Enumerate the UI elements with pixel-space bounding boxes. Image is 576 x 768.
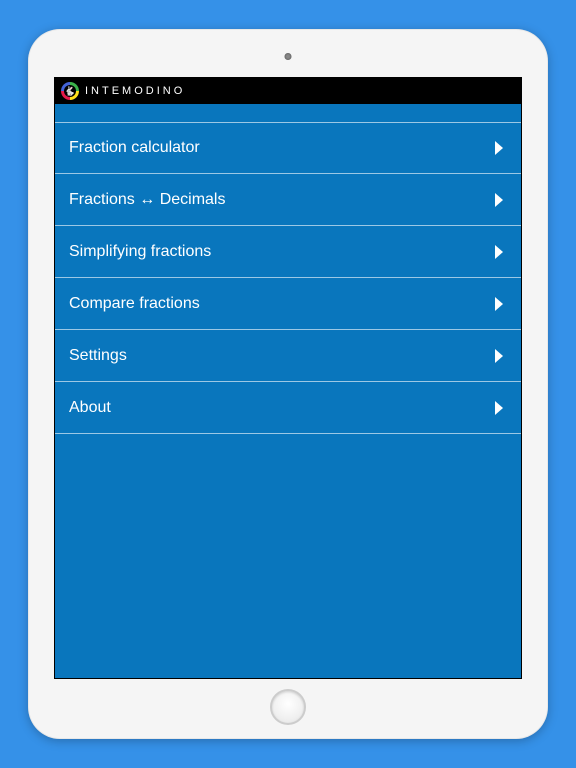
header-bar: 🐇 INTEMODINO [55,78,521,104]
chevron-right-icon [495,245,503,259]
camera-dot [285,53,292,60]
chevron-right-icon [495,401,503,415]
main-menu: Fraction calculator Fractions ↔ Decimals… [55,104,521,434]
home-button[interactable] [270,689,306,725]
menu-item-settings[interactable]: Settings [55,330,521,382]
menu-item-label: About [69,399,111,417]
rabbit-glyph: 🐇 [64,87,75,96]
chevron-right-icon [495,349,503,363]
chevron-right-icon [495,297,503,311]
chevron-right-icon [495,141,503,155]
menu-item-simplifying-fractions[interactable]: Simplifying fractions [55,226,521,278]
brand-name: INTEMODINO [85,85,185,97]
menu-item-about[interactable]: About [55,382,521,434]
chevron-right-icon [495,193,503,207]
menu-item-compare-fractions[interactable]: Compare fractions [55,278,521,330]
menu-item-fractions-decimals[interactable]: Fractions ↔ Decimals [55,174,521,226]
menu-item-label: Fractions ↔ Decimals [69,191,225,209]
app-screen: 🐇 INTEMODINO Fraction calculator Fractio… [54,77,522,679]
menu-item-label: Simplifying fractions [69,243,211,261]
menu-item-fraction-calculator[interactable]: Fraction calculator [55,122,521,174]
ipad-frame: 🐇 INTEMODINO Fraction calculator Fractio… [28,29,548,739]
menu-item-label: Settings [69,347,127,365]
brand-logo-icon: 🐇 [61,82,79,100]
menu-item-label: Compare fractions [69,295,200,313]
menu-item-label: Fraction calculator [69,139,200,157]
